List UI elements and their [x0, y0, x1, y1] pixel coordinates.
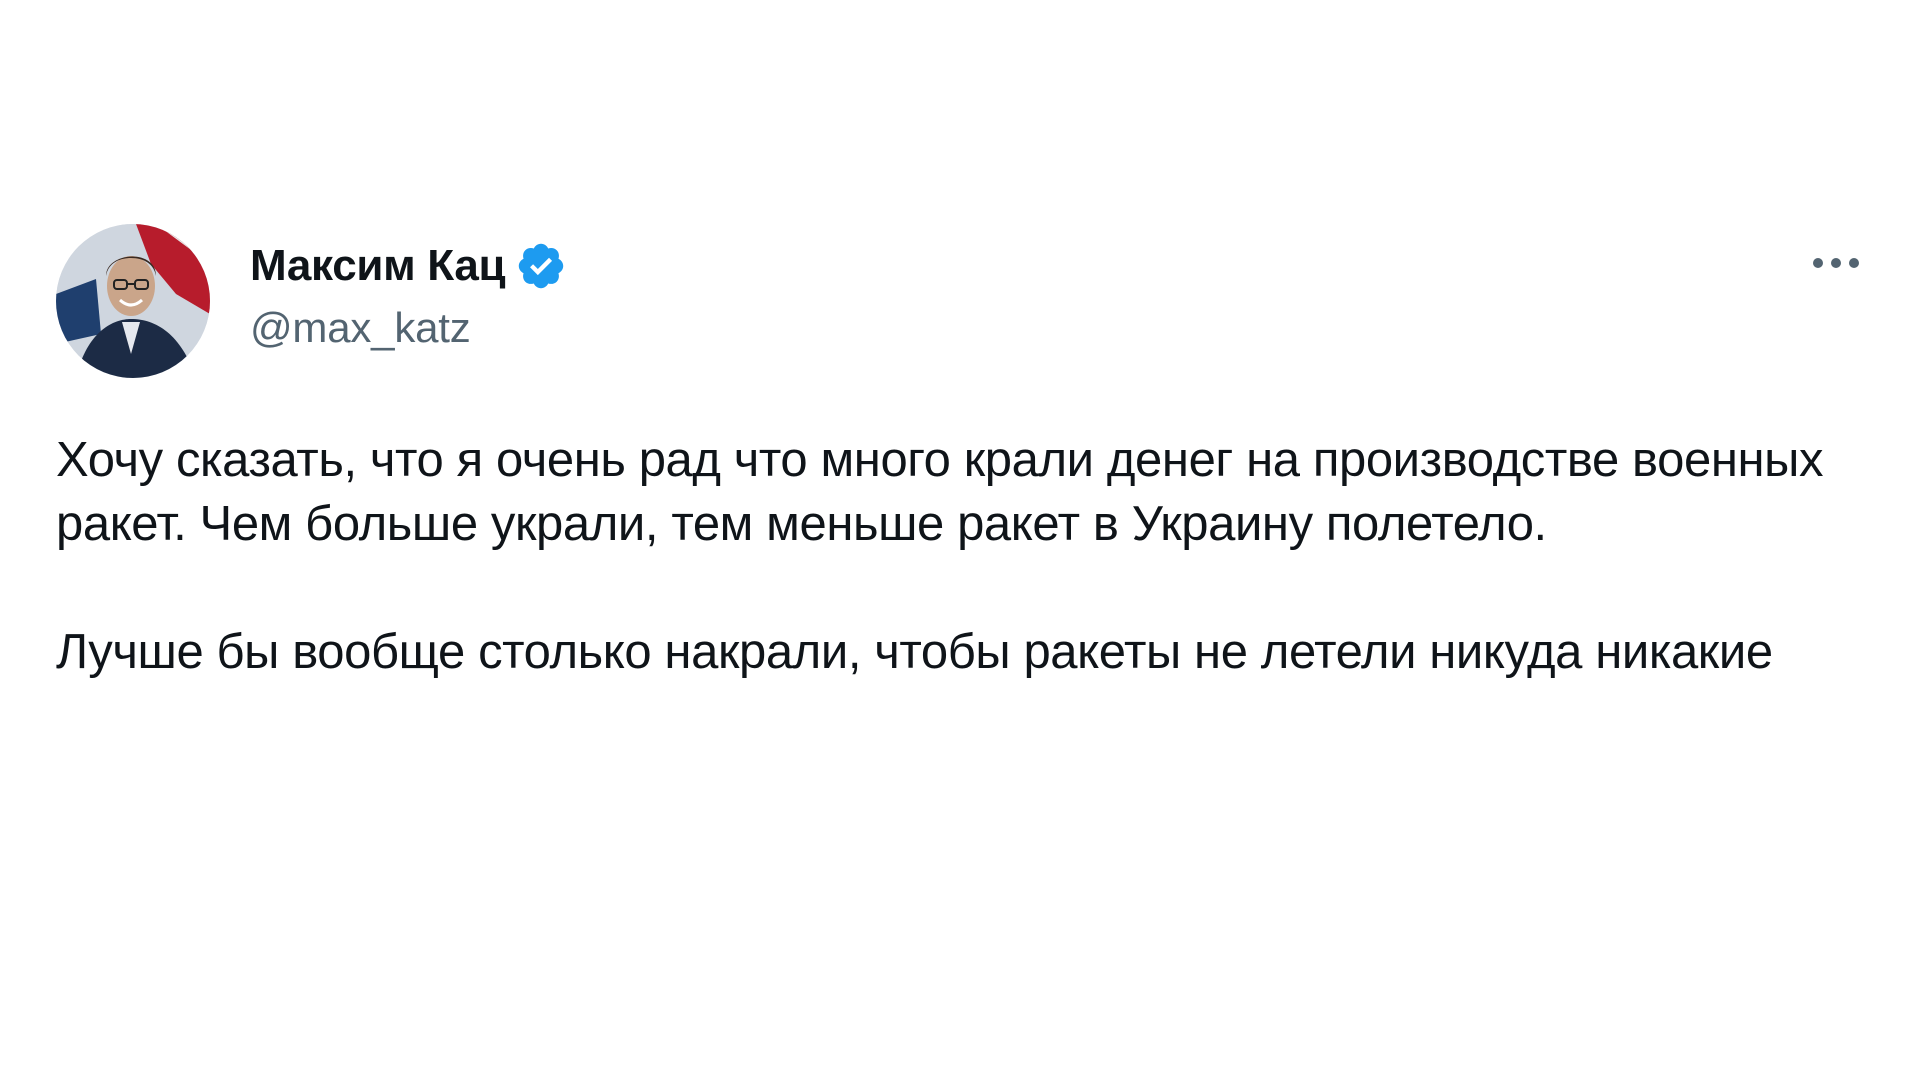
tweet-paragraph: Лучше бы вообще столько накрали, чтобы р… — [56, 625, 1773, 679]
tweet-text: Хочу сказать, что я очень рад что много … — [56, 428, 1866, 684]
author-display-name[interactable]: Максим Кац — [250, 241, 506, 291]
verified-badge-icon — [515, 240, 567, 292]
tweet-card: Максим Кац @max_katz Хочу сказать, что я… — [0, 0, 1920, 1080]
author-handle[interactable]: @max_katz — [250, 304, 567, 352]
avatar[interactable] — [56, 224, 210, 378]
tweet-author: Максим Кац @max_katz — [250, 236, 567, 352]
more-options-icon[interactable] — [1808, 248, 1864, 278]
author-name-row: Максим Кац — [250, 236, 567, 296]
tweet-paragraph: Хочу сказать, что я очень рад что много … — [56, 433, 1824, 551]
